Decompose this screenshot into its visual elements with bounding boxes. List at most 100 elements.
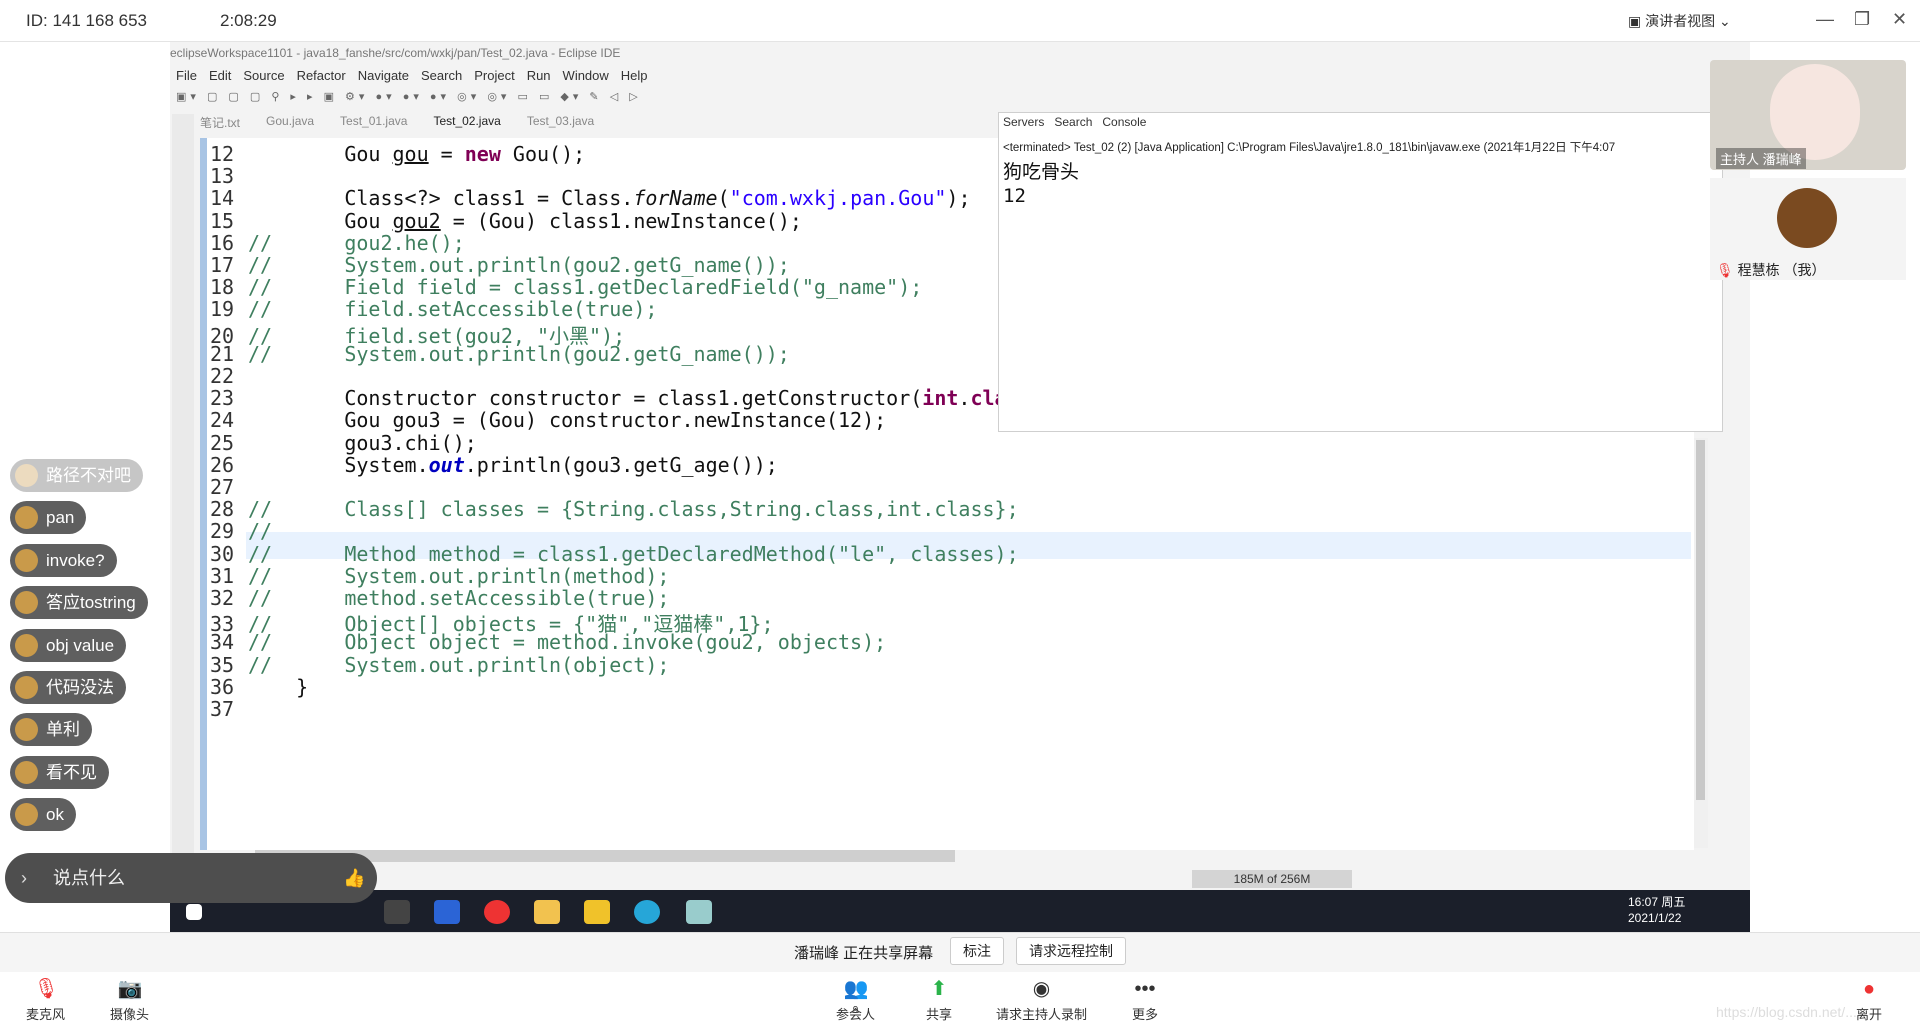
file-explorer-icon[interactable] [534,900,560,924]
code-line[interactable]: 28 // Class[] classes = {String.class,Str… [210,497,1019,524]
meeting-bottom-bar [0,972,1920,1030]
avatar [1777,188,1837,248]
editor-tab[interactable]: Test_02.java [433,114,500,134]
close-icon[interactable]: ✕ [1892,9,1907,30]
leave-button[interactable]: ● 离开 [1856,978,1882,1023]
line-number: 35 [210,652,235,677]
self-name-label: 程慧栋 （我） [1737,262,1826,278]
code-text: // Object object = method.invoke(gou2, o… [248,630,887,655]
menu-item-project[interactable]: Project [474,68,514,83]
line-number: 16 [210,230,235,255]
chat-message: invoke? [10,543,117,577]
heap-status[interactable]: 185M of 256M [1192,870,1352,888]
editor-tab[interactable]: Test_03.java [527,114,594,134]
windows-start-icon[interactable] [186,904,202,920]
code-text: System.out.println(gou3.getG_age()); [248,452,778,477]
notes-app-icon[interactable] [584,900,610,924]
chat-message: 代码没法 [10,671,126,704]
meeting-id[interactable]: ID: 141 168 653 [26,11,147,31]
code-text: Constructor constructor = class1.getCons… [248,386,1054,411]
minimize-icon[interactable]: — [1816,9,1834,30]
taskbar-date: 2021/1/22 [1628,911,1682,925]
annotate-button[interactable]: 标注 [950,937,1004,965]
editor-tab[interactable]: 笔记.txt [200,114,240,134]
console-output-line: 12 [1003,185,1026,207]
chat-message-text: 答应tostring [46,593,136,613]
line-number: 34 [210,630,235,655]
code-line[interactable]: 12 Gou gou = new Gou(); [210,142,585,169]
line-number: 22 [210,364,235,388]
more-button[interactable]: ••• 更多 [1132,978,1158,1023]
avatar [15,506,38,530]
line-number: 18 [210,275,235,300]
chat-input[interactable]: › 说点什么 👍 [5,853,377,903]
menu-item-navigate[interactable]: Navigate [358,68,409,83]
chrome-app-icon[interactable] [484,900,510,924]
restore-icon[interactable]: ❐ [1854,9,1870,30]
code-text: Gou gou3 = (Gou) constructor.newInstance… [248,408,887,433]
editor-scroll-thumb[interactable] [1696,440,1705,800]
console-header: <terminated> Test_02 (2) [Java Applicati… [1003,142,1616,154]
line-number: 26 [210,452,235,477]
participants-button[interactable]: 👥9 参会人 [836,978,875,1023]
chat-message: 答应tostring [10,586,148,620]
code-text: // System.out.println(object); [248,652,670,677]
line-number: 21 [210,341,235,366]
wps-app-icon[interactable] [434,900,460,924]
more-icon: ••• [1134,978,1156,1000]
request-remote-control-button[interactable]: 请求远程控制 [1016,937,1126,965]
left-side-panel [172,114,194,864]
chat-message-text: 看不见 [46,762,97,782]
line-number: 15 [210,208,235,233]
line-number: 28 [210,497,235,522]
menu-item-help[interactable]: Help [621,68,648,83]
mic-button[interactable]: 🎙 麦克风 [26,978,65,1023]
console-tab[interactable]: Console [1102,115,1146,129]
code-text: // field.setAccessible(true); [248,297,658,322]
line-number: 31 [210,563,235,588]
code-text: gou3.chi(); [248,430,477,455]
menu-item-refactor[interactable]: Refactor [297,68,346,83]
code-text: Gou gou = new Gou(); [248,142,586,166]
chat-message-text: pan [46,508,75,528]
code-line[interactable]: 37 [210,697,248,724]
code-line[interactable]: 21 // System.out.println(gou2.getG_name()… [210,342,790,369]
code-text: // System.out.println(gou2.getG_name()); [248,341,790,366]
menu-item-search[interactable]: Search [421,68,462,83]
eclipse-app-icon[interactable] [686,900,712,924]
line-number: 29 [210,519,235,544]
code-text: // Class[] classes = {String.class,Strin… [248,497,1019,522]
chevron-right-icon[interactable]: › [21,853,27,903]
console-tab[interactable]: Servers [1003,115,1044,129]
console-tab[interactable]: Search [1054,115,1092,129]
thumbs-up-icon[interactable]: 👍 [343,853,365,903]
presenter-view-button[interactable]: ▣ 演讲者视图 ⌄ [1628,11,1731,31]
eclipse-toolbar[interactable]: ▣▾ ▢ ▢ ▢ ⚲ ▸ ▸ ▣ ⚙▾ ●▾ ●▾ ●▾ ◎▾ ◎▾ ▭ ▭ ◆… [176,90,1706,108]
share-button[interactable]: ⬆ 共享 [926,978,952,1023]
camera-button[interactable]: 📷 摄像头 [110,978,149,1023]
menu-item-edit[interactable]: Edit [209,68,231,83]
avatar [15,591,38,615]
code-text: // System.out.println(gou2.getG_name()); [248,253,790,277]
line-number: 24 [210,408,235,433]
line-number: 12 [210,142,235,166]
record-button[interactable]: ◉ 请求主持人录制 [996,978,1087,1023]
editor-tab[interactable]: Gou.java [266,114,314,134]
line-number: 23 [210,386,235,411]
chat-message: 看不见 [10,755,109,789]
menu-item-source[interactable]: Source [243,68,284,83]
participants-icon: 👥9 [843,978,869,1016]
presenter-view-label: 演讲者视图 [1645,13,1716,29]
meeting-elapsed-time: 2:08:29 [220,11,277,30]
editor-tab[interactable]: Test_01.java [340,114,407,134]
taskbar-clock[interactable]: 16:07 周五 2021/1/22 [1628,894,1685,926]
settings-app-icon[interactable] [384,900,410,924]
more-label: 更多 [1132,1007,1159,1022]
taskbar-time: 16:07 周五 [1628,895,1686,909]
menu-item-window[interactable]: Window [563,68,609,83]
menu-item-run[interactable]: Run [527,68,551,83]
meeting-app-icon[interactable] [634,900,660,924]
code-text: // gou2.he(); [248,230,465,255]
menu-item-file[interactable]: File [176,68,197,83]
code-line[interactable]: 26 System.out.println(gou3.getG_age()); [210,453,778,480]
